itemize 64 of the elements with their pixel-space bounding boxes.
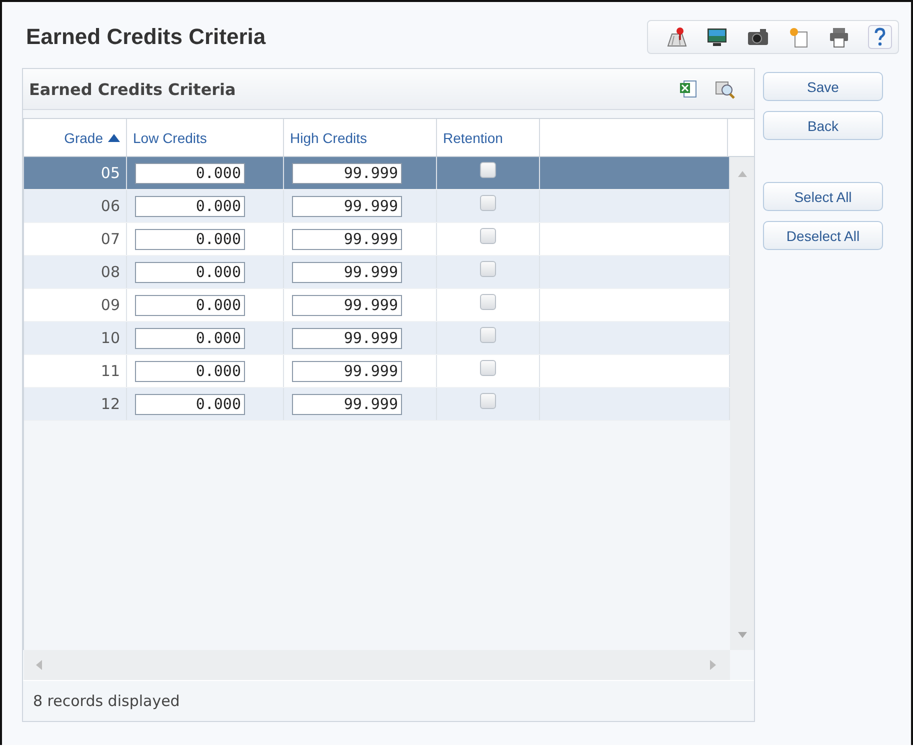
help-icon[interactable]	[868, 25, 892, 49]
action-button[interactable]: Select All	[763, 182, 883, 211]
grade-cell: 09	[100, 296, 120, 314]
grade-cell: 11	[100, 362, 120, 380]
high-credits-field[interactable]: 99.999	[292, 394, 402, 414]
action-button[interactable]: Back	[763, 111, 883, 140]
high-credits-field[interactable]: 99.999	[292, 196, 402, 216]
high-credits-field[interactable]: 99.999	[292, 294, 402, 316]
low-credits-field[interactable]: 0.000	[135, 328, 245, 348]
table-row[interactable]: 12 0.000 99.999	[24, 388, 730, 421]
table-row[interactable]: 08 0.000 99.999	[24, 256, 730, 289]
retention-checkbox[interactable]	[480, 261, 496, 277]
grade-cell: 12	[100, 395, 120, 413]
table-row[interactable]: 10 0.000 99.999	[24, 322, 730, 355]
high-credits-field[interactable]: 99.999	[292, 360, 402, 382]
low-credits-field[interactable]: 0.000	[135, 262, 245, 282]
low-credits-field[interactable]: 0.000	[135, 228, 245, 250]
action-button[interactable]: Deselect All	[763, 221, 883, 250]
monitor-icon[interactable]	[706, 26, 728, 48]
retention-checkbox[interactable]	[480, 294, 496, 310]
panel-title: Earned Credits Criteria	[29, 80, 237, 98]
scroll-left-icon[interactable]	[36, 660, 42, 670]
grade-cell: 10	[100, 329, 120, 347]
grade-cell: 08	[100, 263, 120, 281]
print-icon[interactable]	[828, 26, 850, 48]
low-credits-field[interactable]: 0.000	[135, 162, 245, 184]
retention-checkbox[interactable]	[480, 327, 496, 343]
column-header[interactable]: Low Credits	[127, 119, 284, 156]
scroll-up-icon[interactable]	[738, 171, 746, 177]
high-credits-field[interactable]: 99.999	[292, 262, 402, 282]
low-credits-field[interactable]: 0.000	[135, 360, 245, 382]
table-row[interactable]: 07 0.000 99.999	[24, 223, 730, 256]
horizontal-scrollbar[interactable]	[24, 650, 730, 680]
grade-cell: 07	[100, 230, 120, 248]
table-row[interactable]: 05 0.000 99.999	[24, 157, 730, 190]
retention-checkbox[interactable]	[480, 393, 496, 409]
record-count: 8 records displayed	[23, 680, 754, 721]
low-credits-field[interactable]: 0.000	[135, 196, 245, 216]
high-credits-field[interactable]: 99.999	[292, 328, 402, 348]
retention-checkbox[interactable]	[480, 195, 496, 211]
table-row[interactable]: 09 0.000 99.999	[24, 289, 730, 322]
scroll-down-icon[interactable]	[738, 632, 746, 638]
camera-icon[interactable]	[746, 26, 770, 48]
grade-cell: 05	[100, 164, 120, 182]
low-credits-field[interactable]: 0.000	[135, 294, 245, 316]
column-header[interactable]: Retention	[437, 119, 540, 156]
vertical-scrollbar[interactable]	[730, 157, 754, 650]
grade-cell: 06	[100, 197, 120, 215]
page-title: Earned Credits Criteria	[26, 24, 266, 50]
column-header[interactable]: High Credits	[284, 119, 437, 156]
high-credits-field[interactable]: 99.999	[292, 162, 402, 184]
new-document-icon[interactable]	[788, 26, 810, 48]
action-button[interactable]: Save	[763, 72, 883, 101]
low-credits-field[interactable]: 0.000	[135, 394, 245, 414]
retention-checkbox[interactable]	[480, 360, 496, 376]
scroll-right-icon[interactable]	[710, 660, 716, 670]
spreadsheet-export-icon[interactable]	[678, 79, 698, 99]
retention-checkbox[interactable]	[480, 162, 496, 178]
column-header[interactable]: Grade	[24, 119, 127, 156]
map-pin-icon[interactable]	[666, 26, 688, 48]
retention-checkbox[interactable]	[480, 228, 496, 244]
table-row[interactable]: 06 0.000 99.999	[24, 190, 730, 223]
table-row[interactable]: 11 0.000 99.999	[24, 355, 730, 388]
high-credits-field[interactable]: 99.999	[292, 228, 402, 250]
